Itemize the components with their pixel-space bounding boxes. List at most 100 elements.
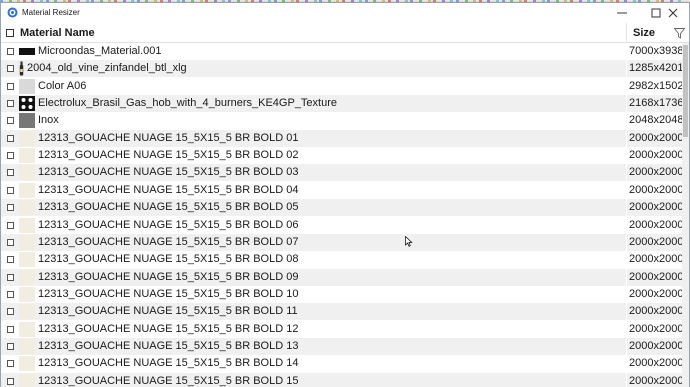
material-row[interactable]: 12313_GOUACHE NUAGE 15_5X15_5 BR BOLD 11…: [1, 303, 682, 320]
column-divider: [626, 217, 627, 234]
column-divider: [626, 95, 627, 112]
close-button[interactable]: [656, 3, 690, 23]
row-checkbox[interactable]: [7, 343, 14, 350]
material-name: 2004_old_vine_zinfandel_btl_xlg: [27, 62, 187, 74]
material-size: 2000x2000: [629, 253, 682, 265]
title-bar[interactable]: Material Resizer: [1, 3, 689, 23]
row-checkbox[interactable]: [7, 83, 14, 90]
column-divider[interactable]: [626, 23, 627, 43]
row-checkbox[interactable]: [7, 169, 14, 176]
material-name: 12313_GOUACHE NUAGE 15_5X15_5 BR BOLD 11: [38, 305, 298, 317]
material-row[interactable]: 12313_GOUACHE NUAGE 15_5X15_5 BR BOLD 04…: [1, 182, 682, 199]
hob-thumbnail-icon: [19, 96, 35, 111]
material-size: 2000x2000: [629, 184, 682, 196]
material-row[interactable]: 12313_GOUACHE NUAGE 15_5X15_5 BR BOLD 14…: [1, 355, 682, 372]
material-size: 2000x2000: [629, 132, 682, 144]
material-name: 12313_GOUACHE NUAGE 15_5X15_5 BR BOLD 08: [38, 253, 299, 265]
swatch-thumbnail-icon: [19, 113, 35, 128]
minimize-icon: [617, 12, 627, 14]
row-checkbox[interactable]: [7, 204, 14, 211]
row-checkbox[interactable]: [7, 65, 14, 72]
swatch-thumbnail-icon: [19, 79, 35, 94]
swatch-thumbnail-icon: [19, 270, 35, 285]
material-size: 2982x1502: [629, 80, 682, 92]
swatch-thumbnail-icon: [19, 287, 35, 302]
column-divider: [626, 60, 627, 77]
swatch-thumbnail-icon: [19, 218, 35, 233]
swatch-thumbnail-icon: [19, 304, 35, 319]
material-name: 12313_GOUACHE NUAGE 15_5X15_5 BR BOLD 03: [38, 166, 299, 178]
material-row[interactable]: 12313_GOUACHE NUAGE 15_5X15_5 BR BOLD 15…: [1, 373, 682, 387]
row-checkbox[interactable]: [7, 239, 14, 246]
material-size: 7000x3938: [629, 45, 682, 57]
filter-icon[interactable]: [674, 28, 685, 39]
size-header[interactable]: Size: [633, 27, 655, 40]
material-row[interactable]: Color A06 2982x1502: [1, 78, 682, 95]
material-name: 12313_GOUACHE NUAGE 15_5X15_5 BR BOLD 02: [38, 149, 299, 161]
row-checkbox[interactable]: [7, 152, 14, 159]
column-divider: [626, 373, 627, 387]
material-row[interactable]: Inox 2048x2048: [1, 112, 682, 129]
resize-icon: [7, 7, 18, 18]
swatch-thumbnail-icon: [19, 252, 35, 267]
material-name-header[interactable]: Material Name: [20, 27, 95, 40]
material-row[interactable]: 12313_GOUACHE NUAGE 15_5X15_5 BR BOLD 09…: [1, 269, 682, 286]
column-divider: [626, 251, 627, 268]
material-row[interactable]: 12313_GOUACHE NUAGE 15_5X15_5 BR BOLD 05…: [1, 199, 682, 216]
row-checkbox[interactable]: [7, 100, 14, 107]
row-checkbox[interactable]: [7, 326, 14, 333]
material-name: 12313_GOUACHE NUAGE 15_5X15_5 BR BOLD 09: [38, 271, 299, 283]
material-row[interactable]: 2004_old_vine_zinfandel_btl_xlg 1285x4201: [1, 60, 682, 77]
material-row[interactable]: 12313_GOUACHE NUAGE 15_5X15_5 BR BOLD 08…: [1, 251, 682, 268]
material-name: Electrolux_Brasil_Gas_hob_with_4_burners…: [38, 97, 338, 109]
material-size: 2000x2000: [629, 357, 682, 369]
material-name: 12313_GOUACHE NUAGE 15_5X15_5 BR BOLD 06: [38, 219, 299, 231]
material-name: 12313_GOUACHE NUAGE 15_5X15_5 BR BOLD 04: [38, 184, 299, 196]
material-row[interactable]: Microondas_Material.001 7000x3938: [1, 43, 682, 60]
swatch-thumbnail-icon: [19, 374, 35, 387]
material-size: 2000x2000: [629, 219, 682, 231]
column-divider: [626, 182, 627, 199]
row-checkbox[interactable]: [7, 135, 14, 142]
row-checkbox[interactable]: [7, 256, 14, 263]
column-divider: [626, 199, 627, 216]
material-row[interactable]: 12313_GOUACHE NUAGE 15_5X15_5 BR BOLD 03…: [1, 164, 682, 181]
row-checkbox[interactable]: [7, 187, 14, 194]
material-size: 2000x2000: [629, 201, 682, 213]
black-bar-thumbnail-icon: [19, 48, 35, 55]
window-title: Material Resizer: [22, 8, 80, 17]
material-row[interactable]: 12313_GOUACHE NUAGE 15_5X15_5 BR BOLD 12…: [1, 321, 682, 338]
material-row[interactable]: 12313_GOUACHE NUAGE 15_5X15_5 BR BOLD 06…: [1, 217, 682, 234]
close-icon: [668, 8, 678, 18]
material-size: 2000x2000: [629, 375, 682, 387]
swatch-thumbnail-icon: [19, 148, 35, 163]
material-row[interactable]: 12313_GOUACHE NUAGE 15_5X15_5 BR BOLD 07…: [1, 234, 682, 251]
scrollbar-thumb[interactable]: [683, 45, 688, 137]
swatch-thumbnail-icon: [19, 235, 35, 250]
column-header: Material Name Size: [1, 23, 689, 43]
row-checkbox[interactable]: [7, 378, 14, 385]
minimize-button[interactable]: [605, 3, 639, 23]
select-all-checkbox[interactable]: [6, 29, 14, 37]
row-checkbox[interactable]: [7, 117, 14, 124]
column-divider: [626, 303, 627, 320]
vertical-scrollbar[interactable]: [682, 43, 689, 387]
material-name: Inox: [38, 114, 59, 126]
row-checkbox[interactable]: [7, 222, 14, 229]
row-checkbox[interactable]: [7, 291, 14, 298]
material-name: 12313_GOUACHE NUAGE 15_5X15_5 BR BOLD 15: [38, 375, 299, 387]
material-name: 12313_GOUACHE NUAGE 15_5X15_5 BR BOLD 12: [38, 323, 299, 335]
material-name: Color A06: [38, 80, 87, 92]
row-checkbox[interactable]: [7, 360, 14, 367]
row-checkbox[interactable]: [7, 274, 14, 281]
material-name: 12313_GOUACHE NUAGE 15_5X15_5 BR BOLD 13: [38, 340, 299, 352]
material-row[interactable]: 12313_GOUACHE NUAGE 15_5X15_5 BR BOLD 13…: [1, 338, 682, 355]
row-checkbox[interactable]: [7, 48, 14, 55]
material-size: 2000x2000: [629, 305, 682, 317]
row-checkbox[interactable]: [7, 308, 14, 315]
material-row[interactable]: Electrolux_Brasil_Gas_hob_with_4_burners…: [1, 95, 682, 112]
column-divider: [626, 130, 627, 147]
material-row[interactable]: 12313_GOUACHE NUAGE 15_5X15_5 BR BOLD 10…: [1, 286, 682, 303]
material-row[interactable]: 12313_GOUACHE NUAGE 15_5X15_5 BR BOLD 01…: [1, 130, 682, 147]
material-row[interactable]: 12313_GOUACHE NUAGE 15_5X15_5 BR BOLD 02…: [1, 147, 682, 164]
